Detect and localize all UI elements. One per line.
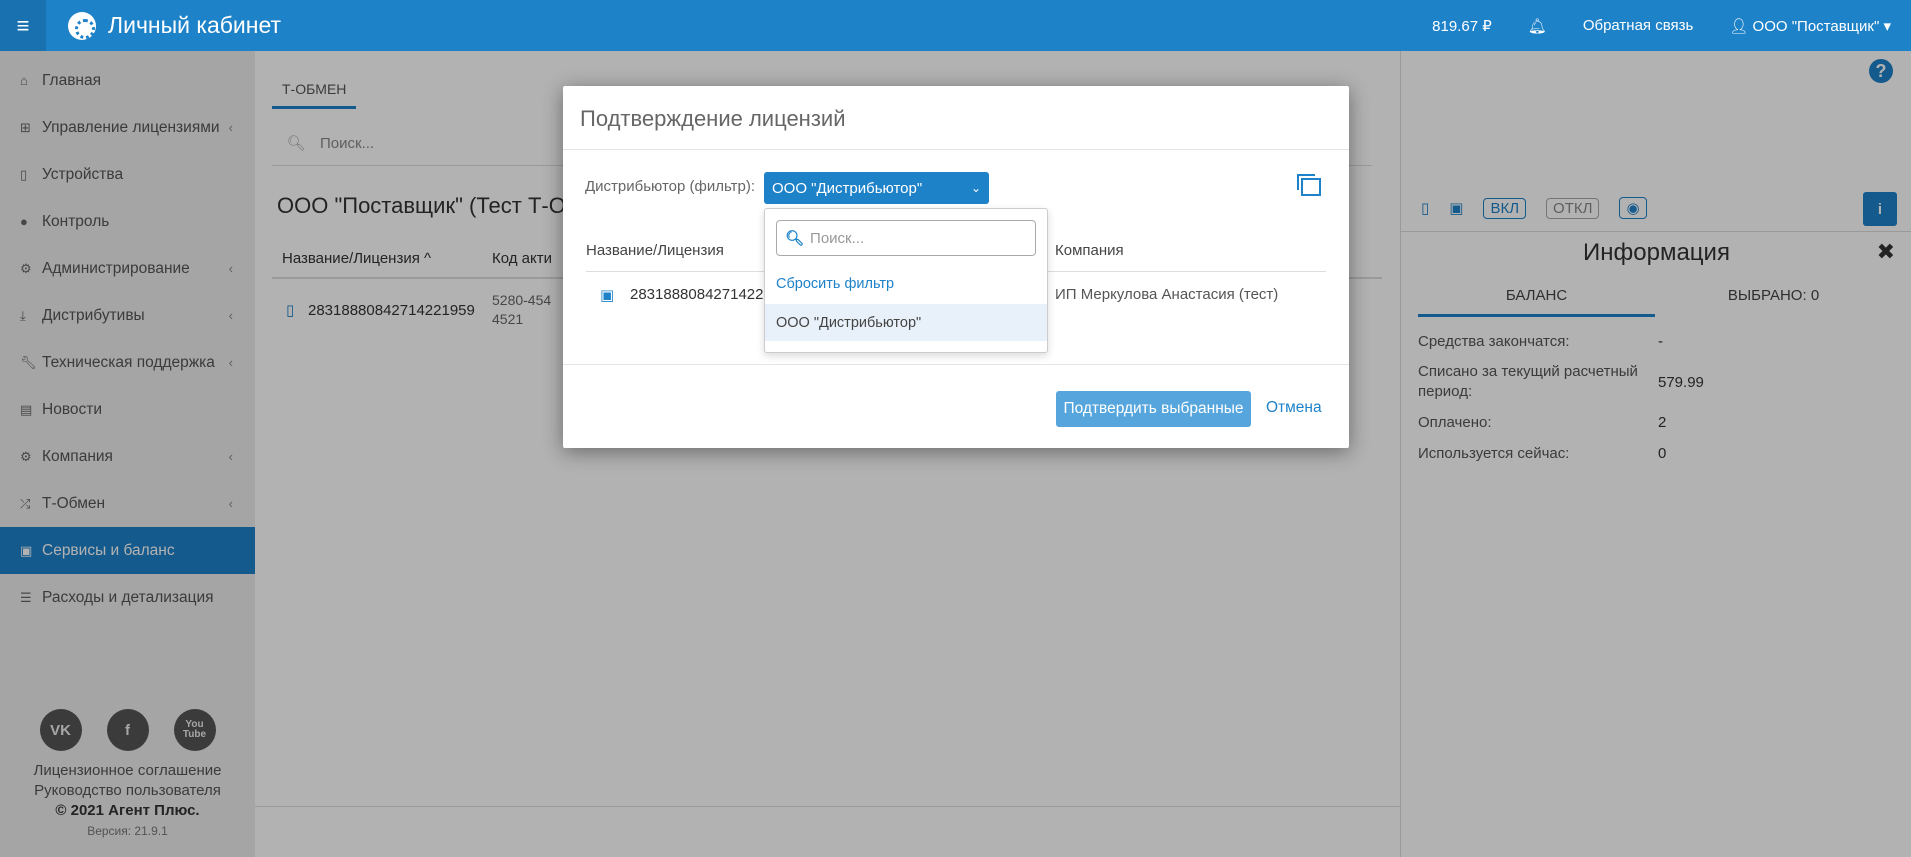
user-menu[interactable]: 👤︎ ООО "Поставщик" ▾ <box>1729 17 1891 35</box>
logo-icon <box>68 11 96 40</box>
user-icon: 👤︎ <box>1729 17 1749 35</box>
copy-icon[interactable] <box>1297 174 1321 196</box>
filter-dropdown: 🔍︎ Поиск... Сбросить фильтр ООО "Дистриб… <box>764 208 1048 353</box>
confirm-selected-button[interactable]: Подтвердить выбранные <box>1056 391 1251 427</box>
chevron-down-icon: ⌄ <box>970 181 981 195</box>
hamburger-icon[interactable]: ≡ <box>0 0 46 51</box>
reset-filter-link[interactable]: Сбросить фильтр <box>776 276 894 292</box>
modal-title: Подтверждение лицензий <box>580 106 846 131</box>
filter-label: Дистрибьютор (фильтр): <box>585 178 755 195</box>
dropdown-search-placeholder: Поиск... <box>810 229 865 247</box>
divider <box>563 364 1349 365</box>
distributor-filter-select[interactable]: ООО "Дистрибьютор" ⌄ <box>764 172 989 204</box>
row-company: ИП Меркулова Анастасия (тест) <box>1055 286 1279 303</box>
brand[interactable]: Личный кабинет <box>68 11 282 40</box>
col-name-header: Название/Лицензия <box>586 242 724 259</box>
dropdown-search-input[interactable]: 🔍︎ Поиск... <box>776 220 1036 256</box>
feedback-link[interactable]: Обратная связь <box>1583 17 1694 34</box>
device-icon: ▣ <box>600 287 615 304</box>
cancel-button[interactable]: Отмена <box>1266 399 1322 417</box>
balance-display[interactable]: 819.67 ₽ <box>1432 17 1492 35</box>
divider <box>563 149 1349 150</box>
dropdown-option[interactable]: ООО "Дистрибьютор" <box>765 304 1047 341</box>
top-bar: ≡ Личный кабинет 819.67 ₽ 🔔︎ Обратная св… <box>0 0 1911 51</box>
filter-value: ООО "Дистрибьютор" <box>772 179 923 197</box>
user-name: ООО "Поставщик" <box>1752 17 1880 35</box>
top-right-menu: 819.67 ₽ 🔔︎ Обратная связь 👤︎ ООО "Поста… <box>1432 0 1891 51</box>
app-title: Личный кабинет <box>108 12 282 38</box>
col-company-header: Компания <box>1055 242 1124 259</box>
bell-icon[interactable]: 🔔︎ <box>1528 17 1547 35</box>
search-icon: 🔍︎ <box>785 230 805 247</box>
